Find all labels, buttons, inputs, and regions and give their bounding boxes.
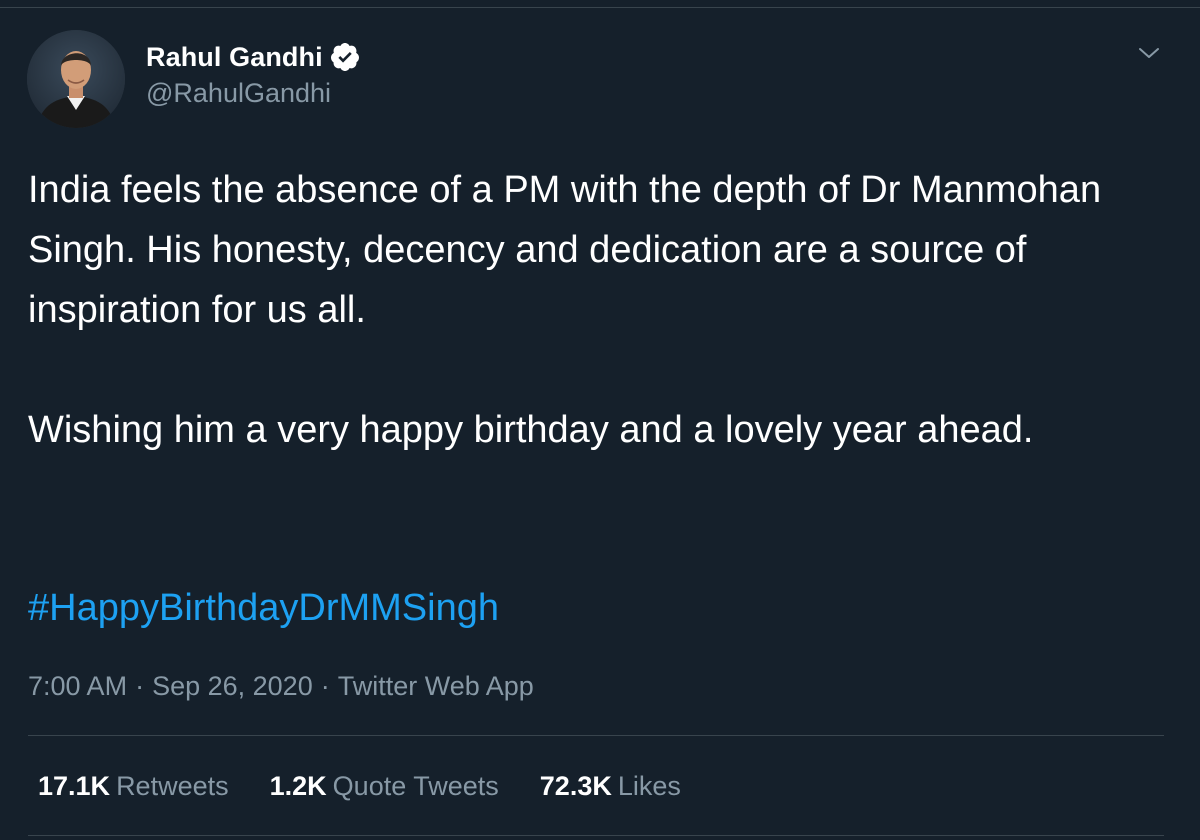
- verified-badge-icon: [330, 43, 359, 71]
- stat-count: 1.2K: [269, 771, 327, 801]
- tweet-text: India feels the absence of a PM with the…: [28, 160, 1168, 460]
- meta-separator: ·: [320, 671, 330, 701]
- tweet-time[interactable]: 7:00 AM: [28, 671, 127, 701]
- stat-label: Quote Tweets: [332, 771, 499, 801]
- name-row: Rahul Gandhi: [146, 40, 361, 74]
- avatar[interactable]: [27, 30, 125, 128]
- meta-separator: ·: [135, 671, 145, 701]
- hashtag-link[interactable]: #HappyBirthdayDrMMSingh: [28, 587, 499, 629]
- stat-label: Retweets: [116, 771, 229, 801]
- stat-count: 17.1K: [38, 771, 111, 801]
- retweets-stat[interactable]: 17.1K Retweets: [38, 766, 229, 806]
- tweet-paragraph: India feels the absence of a PM with the…: [28, 169, 1102, 331]
- chevron-down-icon[interactable]: [1136, 40, 1162, 66]
- tweet-date[interactable]: Sep 26, 2020: [152, 671, 313, 701]
- display-name[interactable]: Rahul Gandhi: [146, 42, 323, 73]
- author-block: Rahul Gandhi @RahulGandhi: [146, 40, 361, 109]
- stat-count: 72.3K: [539, 771, 612, 801]
- likes-stat[interactable]: 72.3K Likes: [540, 766, 681, 806]
- stat-label: Likes: [617, 771, 681, 801]
- tweet-meta: 7:00 AM · Sep 26, 2020 · Twitter Web App: [28, 666, 534, 706]
- divider: [28, 735, 1164, 736]
- user-handle[interactable]: @RahulGandhi: [146, 78, 361, 109]
- tweet-stats: 17.1K Retweets 1.2K Quote Tweets 72.3K Like…: [38, 766, 722, 806]
- hashtag-line: #HappyBirthdayDrMMSingh: [28, 578, 499, 638]
- tweet-source[interactable]: Twitter Web App: [338, 671, 534, 701]
- tweet-detail: Rahul Gandhi @RahulGandhi India feels th…: [0, 0, 1200, 840]
- tweet-paragraph: Wishing him a very happy birthday and a …: [28, 409, 1034, 451]
- divider: [28, 835, 1164, 836]
- quote-tweets-stat[interactable]: 1.2K Quote Tweets: [270, 766, 499, 806]
